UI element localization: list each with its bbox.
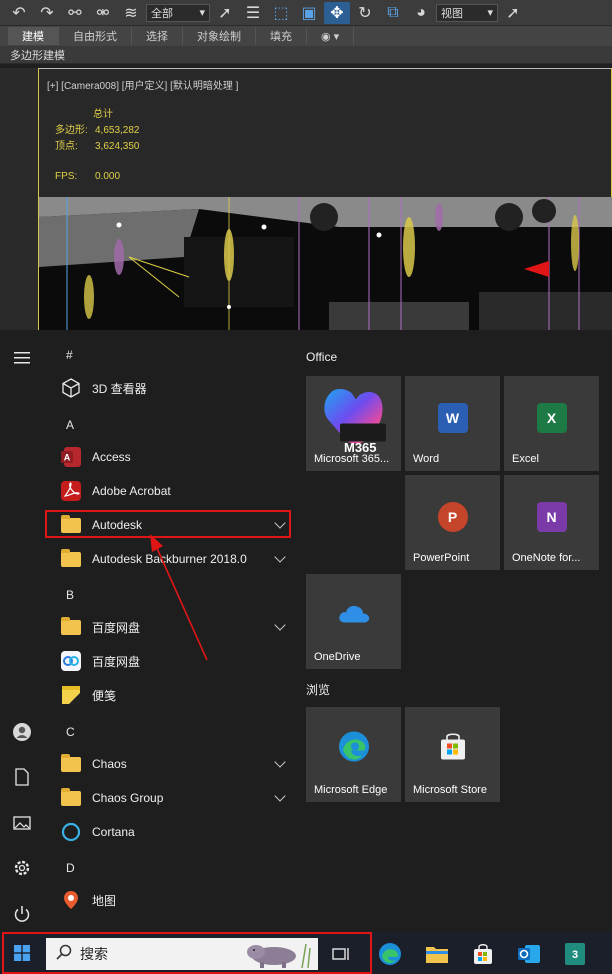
tile-letter: W [437,402,468,433]
pivot-icon[interactable]: ➚ [500,2,526,24]
tile-microsoft-store[interactable]: Microsoft Store [405,707,500,802]
excel-icon: X [536,402,567,433]
camera-viewport[interactable]: [+] [Camera008] [用户定义] [默认明暗处理 ] 总计 多边形:… [38,68,612,334]
max-left-rail [0,68,38,333]
scene-geometry [39,197,612,334]
max-main-toolbar: ↶ ↷ ⚯ ⚮ ≋ 全部 ▾ ➚ ☰ ⬚ ▣ ✥ ↻ ⧉ ◕ 视图 ▾ ➚ [0,0,612,26]
viewport-scene-render [39,197,612,334]
tile-onenote[interactable]: N OneNote for... [504,475,599,570]
store-icon [438,731,468,766]
link-icon[interactable]: ⚯ [62,2,88,24]
tile-label: OneDrive [314,651,361,663]
store-icon[interactable] [468,939,498,969]
tile-label: OneNote for... [512,552,581,564]
ribbon-tab-modeling[interactable]: 建模 [8,27,59,45]
place-icon[interactable]: ◕ [408,2,434,24]
tile-microsoft-365[interactable]: M365 Microsoft 365... [306,376,401,471]
tile-label: Word [413,453,440,465]
tile-label: Microsoft 365... [314,453,390,465]
tile-label: Excel [512,453,539,465]
tile-label: PowerPoint [413,552,470,564]
unlink-icon[interactable]: ⚮ [90,2,116,24]
start-menu: # 3D 查看器 A A Access Adobe Acrobat Autode… [0,330,612,932]
3dsmax-icon[interactable]: 3 [560,939,590,969]
outlook-icon[interactable] [514,939,544,969]
tile-powerpoint[interactable]: P PowerPoint [405,475,500,570]
reference-coordinate-value: 视图 [441,7,463,20]
move-icon[interactable]: ✥ [324,1,350,24]
edge-icon [337,729,371,768]
tile-area: Office M365 Microsoft 365... W Word X Ex… [306,330,612,932]
ribbon-tab-selection[interactable]: 选择 [132,27,183,45]
powerpoint-icon: P [437,501,468,532]
tile-label: Microsoft Edge [314,784,388,796]
tile-excel[interactable]: X Excel [504,376,599,471]
tile-group-title[interactable]: Office [306,350,337,364]
svg-text:3: 3 [572,949,578,961]
selection-filter-value: 全部 [151,7,173,20]
tile-letter: P [437,501,468,532]
edge-icon[interactable] [375,939,405,969]
polys-value: 4,653,282 [95,125,140,136]
polygon-modeling-label[interactable]: 多边形建模 [10,47,65,63]
viewport-stats: 总计 多边形: 4,653,282 顶点: 3,624,350 FPS: 0.000 [55,107,140,185]
tile-microsoft-edge[interactable]: Microsoft Edge [306,707,401,802]
undo-icon[interactable]: ↶ [6,2,32,24]
viewport-label[interactable]: [+] [Camera008] [用户定义] [默认明暗处理 ] [47,77,238,92]
select-object-icon[interactable]: ➚ [212,2,238,24]
bind-spacewarp-icon[interactable]: ≋ [118,2,144,24]
onenote-icon: N [536,501,567,532]
verts-label: 顶点: [55,141,78,152]
dropdown-arrow-icon: ▾ [199,7,205,19]
onedrive-icon [337,602,371,629]
select-by-name-icon[interactable]: ☰ [240,2,266,24]
rect-selection-icon[interactable]: ⬚ [268,2,294,24]
reference-coordinate-select[interactable]: 视图 ▾ [436,3,498,22]
file-explorer-icon[interactable] [422,939,452,969]
polys-label: 多边形: [55,125,88,136]
max-ribbon: 建模 自由形式 选择 对象绘制 填充 ◉ ▾ [0,26,612,46]
scale-icon[interactable]: ⧉ [380,2,406,24]
tile-letter: X [536,402,567,433]
rotate-icon[interactable]: ↻ [352,2,378,24]
dropdown-arrow-icon: ▾ [487,7,493,19]
ribbon-options-icon[interactable]: ◉ ▾ [307,27,355,45]
window-crossing-icon[interactable]: ▣ [296,2,322,24]
tile-label: Microsoft Store [413,784,487,796]
fps-label: FPS: [55,171,78,182]
stats-header: 总计 [93,109,113,120]
ribbon-tab-object-paint[interactable]: 对象绘制 [183,27,256,45]
redo-icon[interactable]: ↷ [34,2,60,24]
ribbon-tab-populate[interactable]: 填充 [256,27,307,45]
verts-value: 3,624,350 [95,141,140,152]
fps-value: 0.000 [95,171,121,182]
tile-letter: N [536,501,567,532]
tile-onedrive[interactable]: OneDrive [306,574,401,669]
tile-group-title[interactable]: 浏览 [306,681,330,698]
max-subribbon: 多边形建模 [0,46,612,64]
tile-word[interactable]: W Word [405,376,500,471]
selection-filter-select[interactable]: 全部 ▾ [146,3,210,22]
ribbon-tab-freeform[interactable]: 自由形式 [59,27,132,45]
word-icon: W [437,402,468,433]
annotation-highlight-start-search [2,932,372,974]
